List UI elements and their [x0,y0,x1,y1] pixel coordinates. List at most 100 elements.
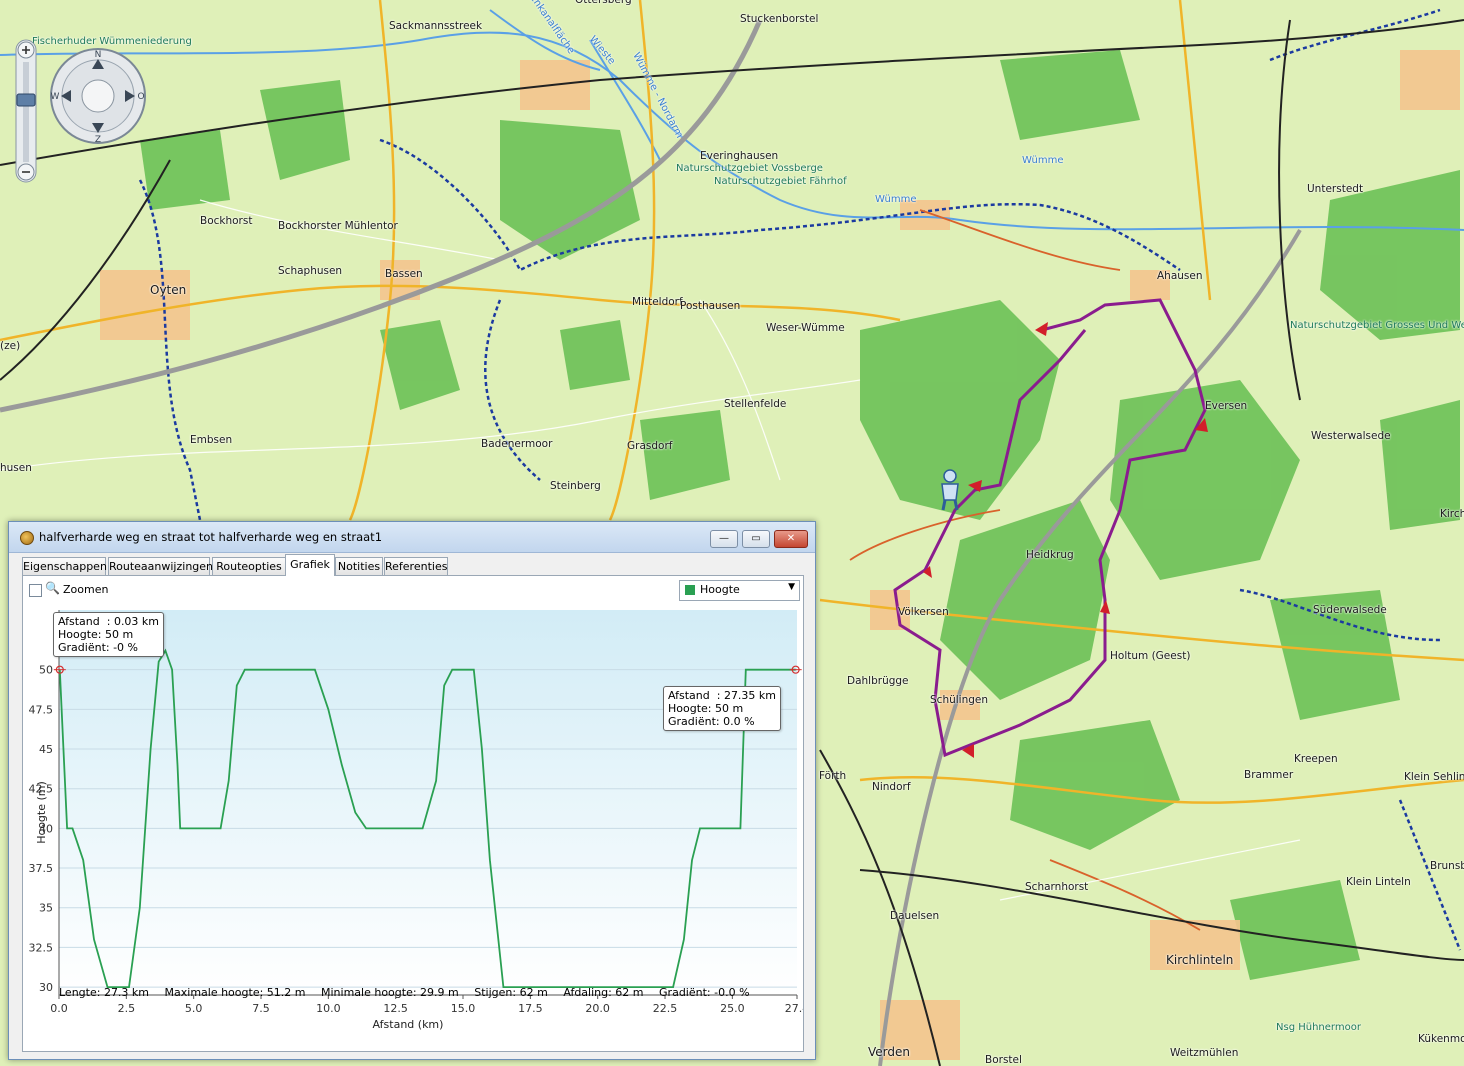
map-label-place: Förth [819,770,847,782]
map-label-place: Bockhorst [200,215,253,227]
stat-min-height: Minimale hoogte: 29.9 m [321,986,459,999]
x-tick-label: 12.5 [383,1002,408,1015]
map-label-place: Klein Sehlingen [1404,771,1464,783]
y-tick-label: 30 [39,981,53,994]
dialog-titlebar[interactable]: halfverharde weg en straat tot halfverha… [9,522,815,553]
tab-routeaanwijzingen[interactable]: Routeaanwijzingen [108,557,213,575]
x-tick-label: 0.0 [50,1002,68,1015]
tab-routeopties[interactable]: Routeopties [212,557,286,575]
map-label-place: Völkersen [898,606,949,618]
compass-pan-control[interactable]: N Z W O [49,47,147,145]
map-label-place: Brammer [1244,769,1294,781]
y-tick-label: 35 [39,902,53,915]
tab-notities[interactable]: Notities [335,557,383,575]
map-label-place: Nsg Hühnermoor [1276,1022,1361,1033]
x-tick-label: 27.4 [785,1002,803,1015]
map-label-place: Schaphusen [278,265,343,277]
map-label-place: husen [0,462,32,474]
magnifier-icon: 🔍 [45,581,60,595]
map-label-place: Stuckenborstel [740,13,819,25]
x-tick-label: 25.0 [720,1002,745,1015]
graph-panel: 30 32.5 35 37.5 40 42.5 45 47.5 50 0.0 2.5 5.0 7.5 10… [22,575,804,1052]
map-label-place: Kirch [1440,508,1464,520]
map-label-place: Oyten [150,283,187,297]
x-axis-label: Afstand (km) [373,1018,444,1031]
dialog-title: halfverharde weg en straat tot halfverha… [39,530,383,544]
tab-referenties[interactable]: Referenties [384,557,448,575]
map-label-place: Wümme [875,194,917,205]
x-tick-label: 10.0 [316,1002,341,1015]
map-label-place: Naturschutzgebiet Fährhof [714,176,847,187]
map-label-place: Weser-Wümme [766,322,845,334]
series-dropdown-value: Hoogte [700,583,740,596]
x-tick-label: 5.0 [185,1002,203,1015]
stat-max-height: Maximale hoogte: 51.2 m [164,986,306,999]
map-label-place: Kreepen [1294,753,1338,765]
y-axis-label: Hoogte (m) [35,781,48,844]
map-label-place: Schülingen [930,694,989,706]
series-color-swatch [685,585,695,595]
map-label-place: Fischerhuder Wümmeniederung [32,36,192,47]
map-label-place: Everinghausen [700,150,779,162]
y-tick-label: 50 [39,664,53,677]
tab-grafiek[interactable]: Grafiek [285,554,335,576]
map-label-place: Wümme [1022,155,1064,166]
plot-area [59,610,797,995]
series-dropdown[interactable]: Hoogte ▼ [679,580,800,601]
map-label-place: Stellenfelde [724,398,787,410]
map-label-place: Ottersberg [575,0,632,6]
close-button[interactable]: ✕ [774,530,808,548]
map-label-place: Bockhorster Mühlentor [278,220,398,232]
zoom-checkbox[interactable] [29,584,42,597]
compass-n-label: N [95,50,102,60]
maximize-button[interactable]: ▭ [742,530,770,548]
stat-ascent: Stijgen: 62 m [474,986,548,999]
y-tick-label: 47.5 [29,703,54,716]
x-tick-label: 17.5 [518,1002,543,1015]
map-label-place: Grasdorf [627,440,673,452]
tooltip-end: Afstand : 27.35 km Hoogte: 50 m Gradiënt… [663,686,782,731]
tooltip-start: Afstand : 0.03 km Hoogte: 50 m Gradiënt:… [53,612,165,657]
zoom-label: Zoomen [63,583,109,596]
x-tick-label: 20.0 [585,1002,610,1015]
map-label-place: Kirchlinteln [1166,953,1234,967]
minimize-button[interactable]: — [710,530,738,548]
x-tick-label: 22.5 [653,1002,678,1015]
map-label-place: Badenermoor [481,438,553,450]
map-label-place: Nindorf [872,781,911,793]
route-stats: Lengte: 27.3 km Maximale hoogte: 51.2 m … [59,986,762,999]
map-label-place: Kükenmoor [1418,1033,1464,1045]
map-label-place: Embsen [190,434,233,446]
map-label-place: Steinberg [550,480,601,492]
map-label-place: Bassen [385,268,423,280]
map-label-place: Scharnhorst [1025,881,1089,893]
map-label-place: Naturschutzgebiet Grosses Und Weiss [1290,320,1464,331]
zoom-slider[interactable] [14,38,38,184]
chevron-down-icon: ▼ [788,582,795,592]
map-label-place: Borstel [985,1054,1022,1066]
map-label-place: Heidkrug [1026,549,1074,561]
compass-e-label: O [137,92,144,102]
map-label-place: Dahlbrügge [847,675,909,687]
map-label-place: Süderwalsede [1313,604,1387,616]
map-label-place: Ahausen [1157,270,1203,282]
x-tick-label: 7.5 [252,1002,270,1015]
compass-s-label: Z [95,135,101,145]
y-tick-label: 32.5 [29,941,54,954]
map-label-place: Westerwalsede [1311,430,1391,442]
map-label-place: (ze) [0,340,21,352]
x-tick-label: 2.5 [118,1002,136,1015]
map-label-place: Dauelsen [890,910,940,922]
map-label-place: Verden [868,1045,910,1059]
map-label-place: Mitteldorf [632,296,683,308]
stat-descent: Afdaling: 62 m [563,986,644,999]
map-label-place: Holtum (Geest) [1110,650,1191,662]
y-tick-label: 45 [39,743,53,756]
map-label-place: Unterstedt [1307,183,1364,195]
app-icon [20,531,34,545]
map-label-place: Posthausen [680,300,741,312]
x-tick-label: 15.0 [451,1002,476,1015]
compass-w-label: W [51,92,60,102]
tab-eigenschappen[interactable]: Eigenschappen [22,557,107,575]
stat-gradient: Gradiënt: -0.0 % [659,986,750,999]
